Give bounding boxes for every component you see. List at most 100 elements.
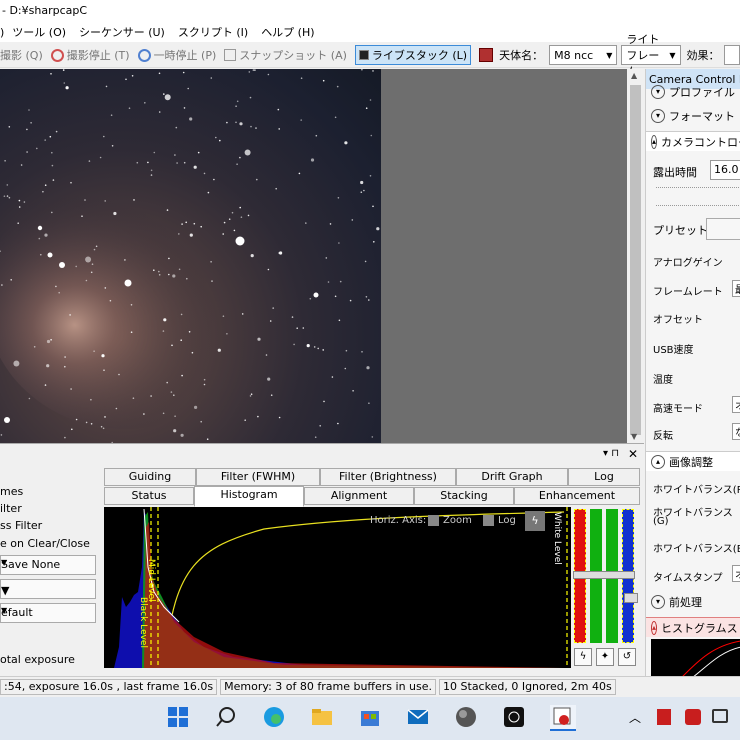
live-stack-options: mes ilter ss Filter e on Clear/Close Sav…	[0, 484, 100, 674]
search-icon[interactable]	[214, 705, 240, 731]
flip-select[interactable]: な	[732, 423, 740, 440]
target-name-field[interactable]: M8 ncc ▼	[549, 45, 618, 65]
frame-rate-select[interactable]: 最	[732, 280, 740, 297]
timestamp-select[interactable]: オ	[732, 565, 740, 582]
red-display-toggle[interactable]	[479, 48, 494, 62]
edge-browser-icon[interactable]	[262, 705, 288, 731]
slider-handles[interactable]	[573, 571, 635, 579]
store-icon[interactable]	[358, 705, 384, 731]
total-exposure-label: otal exposure	[0, 653, 75, 666]
star-button[interactable]: ✦	[596, 648, 614, 666]
zoom-checkbox[interactable]	[428, 515, 439, 526]
mail-icon[interactable]	[406, 705, 432, 731]
histogram-chart	[114, 507, 568, 668]
chevron-down-icon: ▼	[669, 50, 676, 60]
tab-filter-brightness[interactable]: Filter (Brightness)	[320, 468, 456, 486]
effect-label: 効果：	[686, 49, 720, 62]
snapshot-icon	[224, 49, 237, 61]
tab-filter-fwhm[interactable]: Filter (FWHM)	[196, 468, 320, 486]
antivirus-tray-icon[interactable]	[657, 709, 671, 725]
effect-select[interactable]	[723, 45, 740, 65]
menu-item-clipped[interactable]: )	[0, 26, 4, 39]
scroll-down-arrow[interactable]: ▼	[631, 432, 637, 441]
chevron-down-icon: ▾	[651, 595, 665, 609]
tab-enhancement[interactable]: Enhancement	[514, 487, 640, 505]
log-checkbox[interactable]	[483, 515, 494, 526]
master-slider-handle[interactable]	[624, 593, 638, 603]
tab-stacking[interactable]: Stacking	[414, 487, 514, 505]
tab-enhancement-label: Enhancement	[538, 489, 616, 502]
save-mode-value: Save None	[1, 558, 61, 571]
scrollbar-thumb[interactable]	[630, 85, 641, 435]
save-mode-select[interactable]: Save None ▼	[0, 555, 96, 575]
menu-item-tools[interactable]: ツール (O)	[12, 24, 66, 40]
snapshot-button[interactable]: スナップショット (A)	[224, 47, 347, 63]
section-image-adjust[interactable]: ▴ 画像調整	[646, 451, 740, 471]
option-save-on-clear[interactable]: e on Clear/Close	[0, 537, 90, 550]
pause-icon	[137, 48, 151, 62]
tab-log-label: Log	[594, 470, 614, 483]
option-brightness-filter[interactable]: ss Filter	[0, 519, 42, 532]
blank-select[interactable]: ▼	[0, 579, 96, 599]
menu-item-scripts[interactable]: スクリプト (I)	[178, 24, 248, 40]
auto-button[interactable]: ϟ	[574, 648, 592, 666]
hispeed-mode-select[interactable]: オ	[732, 396, 740, 413]
tray-chevron-up-icon[interactable]: ︿	[629, 709, 641, 726]
histogram-display[interactable]: Horiz. Axis: Zoom Log ϟ Mid Level Black …	[104, 507, 571, 668]
tab-alignment[interactable]: Alignment	[304, 487, 414, 505]
scroll-up-arrow[interactable]: ▲	[631, 71, 637, 80]
frame-type-select[interactable]: ライトフレーム ▼	[621, 33, 681, 78]
tab-status[interactable]: Status	[104, 487, 194, 505]
pause-button[interactable]: 一時停止 (P)	[137, 47, 216, 63]
status-frames: :54, exposure 16.0s , last frame 16.0s	[0, 678, 218, 695]
zoom-label: Zoom	[443, 515, 472, 526]
file-explorer-icon[interactable]	[310, 705, 336, 731]
capture-label: 撮影 (Q)	[0, 49, 43, 62]
tab-drift-graph[interactable]: Drift Graph	[456, 468, 568, 486]
section-camera-controls[interactable]: ▴ カメラコントロール	[646, 131, 740, 151]
window-title-bar: - D:¥sharpcapC	[0, 0, 740, 22]
antivirus-tray-icon-2[interactable]	[685, 709, 701, 725]
tab-guiding[interactable]: Guiding	[104, 468, 196, 486]
auto-stretch-button[interactable]: ϟ	[525, 511, 545, 531]
hispeed-mode-label: 高速モード	[653, 404, 703, 415]
close-icon[interactable]: ✕	[628, 447, 638, 461]
option-filter[interactable]: ilter	[0, 502, 22, 515]
horiz-axis-label: Horiz. Axis:	[370, 515, 427, 526]
live-stack-button[interactable]: ライブスタック (L)	[354, 45, 472, 65]
exposure-label: 露出時間	[653, 166, 697, 179]
mid-level-label: Mid Level	[146, 559, 156, 602]
camera-image-view[interactable]	[0, 69, 381, 443]
stop-capture-button[interactable]: 撮影停止 (T)	[50, 47, 130, 63]
chevron-up-icon: ▴	[651, 454, 665, 469]
pin-icon[interactable]: ▾ ⊓	[603, 448, 619, 459]
tab-histogram[interactable]: Histogram	[194, 486, 304, 507]
exposure-field[interactable]: 16.0 s	[710, 160, 740, 180]
sharpcap-app-icon[interactable]	[550, 705, 576, 731]
preset-select[interactable]	[706, 218, 740, 240]
start-icon[interactable]	[166, 705, 192, 731]
menu-item-sequencer[interactable]: シーケンサー (U)	[79, 24, 165, 40]
section-format[interactable]: ▾ フォーマット	[646, 106, 740, 126]
network-icon[interactable]	[712, 709, 728, 723]
astro-app-icon[interactable]	[502, 705, 528, 731]
chevron-down-icon: ▾	[651, 109, 665, 123]
tab-filter-brightness-label: Filter (Brightness)	[339, 470, 437, 483]
usb-speed-label: USB速度	[653, 345, 694, 356]
section-preprocess[interactable]: ▾ 前処理	[646, 592, 740, 612]
menu-item-help[interactable]: ヘルプ (H)	[261, 24, 314, 40]
section-histogram-stretch[interactable]: ▴ ヒストグラムスト	[646, 617, 740, 637]
exposure-fine-slider[interactable]	[656, 205, 740, 206]
exposure-slider[interactable]	[656, 187, 740, 188]
planetarium-app-icon[interactable]	[454, 705, 480, 731]
section-profile[interactable]: ▾ プロファイル	[646, 82, 740, 102]
log-label: Log	[498, 515, 516, 526]
tab-log[interactable]: Log	[568, 468, 640, 486]
capture-button[interactable]: 撮影 (Q)	[0, 47, 43, 63]
vertical-scrollbar[interactable]: ▼ ▲	[627, 69, 644, 443]
option-frames[interactable]: mes	[0, 485, 23, 498]
tab-stacking-label: Stacking	[440, 489, 488, 502]
section-image-adjust-label: 画像調整	[669, 455, 713, 469]
default-select[interactable]: efault ▼	[0, 603, 96, 623]
reset-button[interactable]: ↺	[618, 648, 636, 666]
